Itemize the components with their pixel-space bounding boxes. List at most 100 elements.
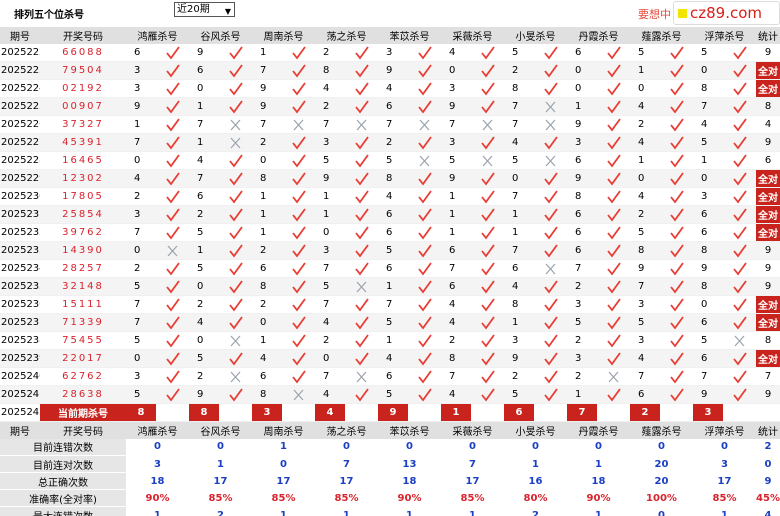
kill-cell: 7 bbox=[315, 367, 378, 386]
check-icon bbox=[606, 117, 621, 131]
kill-number: 5 bbox=[449, 155, 456, 166]
kill-number: 0 bbox=[323, 353, 330, 364]
kill-cell: 5 bbox=[630, 223, 693, 242]
kill-cell: 4 bbox=[441, 385, 504, 404]
kill-cell: 7 bbox=[189, 169, 252, 188]
check-icon bbox=[417, 63, 432, 77]
kill-number: 8 bbox=[260, 173, 267, 184]
kill-number: 0 bbox=[260, 317, 267, 328]
check-icon bbox=[417, 207, 432, 221]
kill-cell: 2 bbox=[504, 367, 567, 386]
check-icon bbox=[228, 171, 243, 185]
kill-cell: 3 bbox=[567, 295, 630, 314]
chevron-down-icon: ▼ bbox=[224, 7, 231, 16]
row-stat: 9 bbox=[756, 259, 780, 278]
column-header: 采薇杀号 bbox=[441, 27, 504, 44]
kill-number: 9 bbox=[449, 101, 456, 112]
kill-number: 7 bbox=[197, 119, 204, 130]
kill-cell: 3 bbox=[315, 133, 378, 152]
check-icon bbox=[417, 279, 432, 293]
promo-text[interactable]: 要想中 bbox=[638, 6, 671, 22]
check-icon bbox=[291, 189, 306, 203]
column-header: 薤露杀号 bbox=[630, 421, 693, 439]
current-kill-cell: 3 bbox=[693, 403, 756, 422]
draw-number: 14390 bbox=[40, 241, 126, 260]
kill-cell: 1 bbox=[504, 223, 567, 242]
kill-number: 3 bbox=[386, 47, 393, 58]
kill-number: 7 bbox=[449, 371, 456, 382]
kill-number: 9 bbox=[197, 47, 204, 58]
kill-number: 6 bbox=[386, 209, 393, 220]
kill-number: 1 bbox=[638, 65, 645, 76]
kill-cell: 7 bbox=[441, 115, 504, 134]
check-icon bbox=[543, 171, 558, 185]
column-header: 小旻杀号 bbox=[504, 421, 567, 439]
kill-cell: 9 bbox=[567, 169, 630, 188]
column-header: 期号 bbox=[0, 27, 40, 44]
page-title: 排列五个位杀号 bbox=[14, 10, 84, 21]
kill-number: 2 bbox=[134, 191, 141, 202]
check-icon bbox=[543, 369, 558, 383]
kill-cell: 6 bbox=[441, 277, 504, 296]
kill-number: 6 bbox=[386, 371, 393, 382]
check-icon bbox=[165, 333, 180, 347]
kill-number: 6 bbox=[512, 263, 519, 274]
check-icon bbox=[354, 189, 369, 203]
kill-cell: 1 bbox=[441, 205, 504, 224]
kill-number: 9 bbox=[197, 389, 204, 400]
kill-cell: 3 bbox=[126, 61, 189, 80]
column-header: 丹霞杀号 bbox=[567, 421, 630, 439]
kill-number: 7 bbox=[323, 263, 330, 274]
kill-cell: 1 bbox=[126, 115, 189, 134]
kill-cell: 6 bbox=[378, 259, 441, 278]
kill-cell: 8 bbox=[693, 241, 756, 260]
current-kill-cell: 2 bbox=[630, 403, 693, 422]
kill-number: 3 bbox=[638, 335, 645, 346]
check-icon bbox=[480, 243, 495, 257]
row-stat: 全对 bbox=[756, 169, 780, 188]
current-kill-cell: 6 bbox=[504, 403, 567, 422]
check-icon bbox=[669, 297, 684, 311]
kill-number: 7 bbox=[449, 119, 456, 130]
kill-number: 2 bbox=[134, 263, 141, 274]
stats-value: 18 bbox=[567, 472, 630, 490]
kill-number: 1 bbox=[323, 209, 330, 220]
check-icon bbox=[543, 297, 558, 311]
kill-number: 1 bbox=[575, 389, 582, 400]
kill-cell: 4 bbox=[378, 79, 441, 98]
check-icon bbox=[543, 243, 558, 257]
check-icon bbox=[291, 315, 306, 329]
current-kill-number: 3 bbox=[693, 404, 723, 421]
row-stat: 4 bbox=[756, 115, 780, 134]
current-kill-cell: 4 bbox=[315, 403, 378, 422]
check-icon bbox=[417, 315, 432, 329]
check-icon bbox=[606, 99, 621, 113]
period-select[interactable]: 近20期 ▼ bbox=[174, 2, 235, 17]
kill-cell: 2 bbox=[252, 295, 315, 314]
kill-cell: 0 bbox=[189, 331, 252, 350]
kill-number: 4 bbox=[323, 389, 330, 400]
kill-cell: 6 bbox=[567, 223, 630, 242]
kill-number: 5 bbox=[197, 263, 204, 274]
kill-number: 8 bbox=[260, 389, 267, 400]
stats-value: 0 bbox=[252, 455, 315, 473]
kill-cell: 3 bbox=[567, 349, 630, 368]
column-header: 周南杀号 bbox=[252, 421, 315, 439]
kill-number: 3 bbox=[575, 137, 582, 148]
column-header: 浮萍杀号 bbox=[693, 27, 756, 44]
kill-cell: 2 bbox=[567, 367, 630, 386]
kill-cell: 2 bbox=[126, 187, 189, 206]
current-period-label: 当前期杀号 bbox=[40, 403, 126, 422]
kill-cell: 3 bbox=[630, 295, 693, 314]
check-icon bbox=[354, 99, 369, 113]
check-icon bbox=[291, 261, 306, 275]
stats-value: 0 bbox=[693, 438, 756, 456]
stats-value: 4 bbox=[756, 506, 780, 516]
table-row: 202523017805 2 6 1 1 4 1 7 8 4 3 全对 bbox=[0, 187, 780, 206]
kill-cell: 5 bbox=[126, 385, 189, 404]
cross-icon bbox=[608, 371, 618, 382]
kill-number: 4 bbox=[323, 83, 330, 94]
check-icon bbox=[606, 315, 621, 329]
kill-cell: 2 bbox=[315, 97, 378, 116]
site-logo[interactable]: cz89.com bbox=[673, 1, 780, 25]
